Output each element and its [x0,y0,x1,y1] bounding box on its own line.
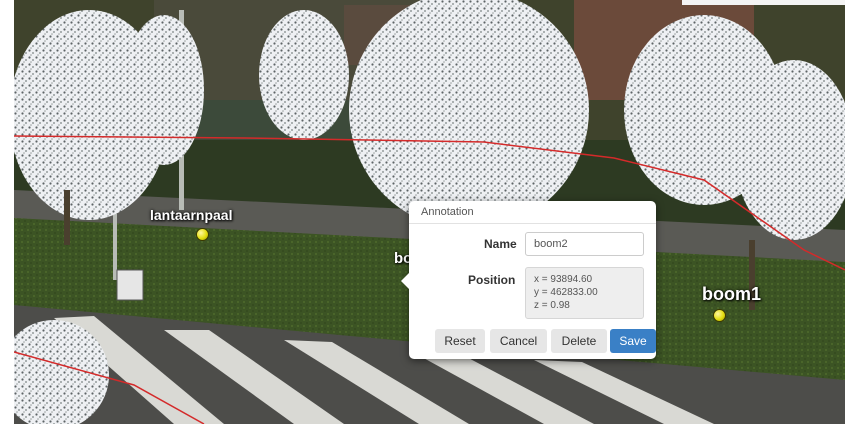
name-label: Name [484,237,517,251]
dialog-title: Annotation [409,201,656,224]
annotation-dialog: Annotation Name Position x = 93894.60 y … [401,201,656,359]
annotation-label-boom1: boom1 [702,284,762,304]
name-input[interactable] [525,232,644,256]
annotation-label-lantaarnpaal: lantaarnpaal [150,207,233,223]
cancel-button[interactable]: Cancel [490,329,547,353]
delete-button[interactable]: Delete [551,329,607,353]
position-label: Position [468,273,516,287]
toolbar-strip [682,0,845,5]
position-readout: x = 93894.60 y = 462833.00 z = 0.98 [525,267,644,319]
position-y: y = 462833.00 [534,287,598,298]
annotation-marker-boom1[interactable] [713,309,726,322]
reset-button[interactable]: Reset [435,329,485,353]
position-z: z = 0.98 [534,300,570,311]
position-x: x = 93894.60 [534,274,593,285]
annotation-marker-lantaarnpaal[interactable] [196,228,209,241]
save-button[interactable]: Save [610,329,656,353]
